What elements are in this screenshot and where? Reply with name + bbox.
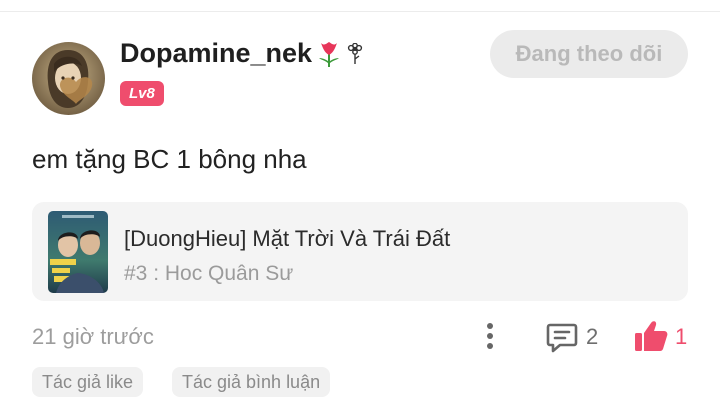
timestamp: 21 giờ trước [32, 324, 154, 349]
story-chapter: #3 : Hoc Quân Sư [124, 262, 294, 285]
comment-icon[interactable] [545, 320, 579, 354]
like-count: 1 [675, 324, 688, 349]
level-badge: Lv8 [120, 81, 164, 106]
username[interactable]: Dopamine_nek [120, 38, 364, 69]
story-card[interactable]: [DuongHieu] Mặt Trời Và Trái Đất #3 : Ho… [32, 202, 688, 301]
avatar[interactable] [32, 42, 105, 115]
comment-text: em tặng BC 1 bông nha [32, 144, 307, 174]
flower-icon [346, 42, 364, 65]
tulip-icon [316, 40, 342, 68]
username-text: Dopamine_nek [120, 38, 313, 68]
tag-author-like: Tác giả like [32, 367, 144, 397]
tag-author-comment: Tác giả bình luận [172, 367, 331, 397]
comment-count: 2 [586, 324, 599, 349]
top-divider [0, 11, 720, 12]
story-title: [DuongHieu] Mặt Trời Và Trái Đất [124, 226, 451, 251]
story-cover-image [48, 211, 108, 293]
more-icon[interactable] [478, 320, 502, 354]
thumbs-up-icon[interactable] [633, 318, 669, 354]
following-button[interactable]: Đang theo dõi [490, 30, 688, 78]
